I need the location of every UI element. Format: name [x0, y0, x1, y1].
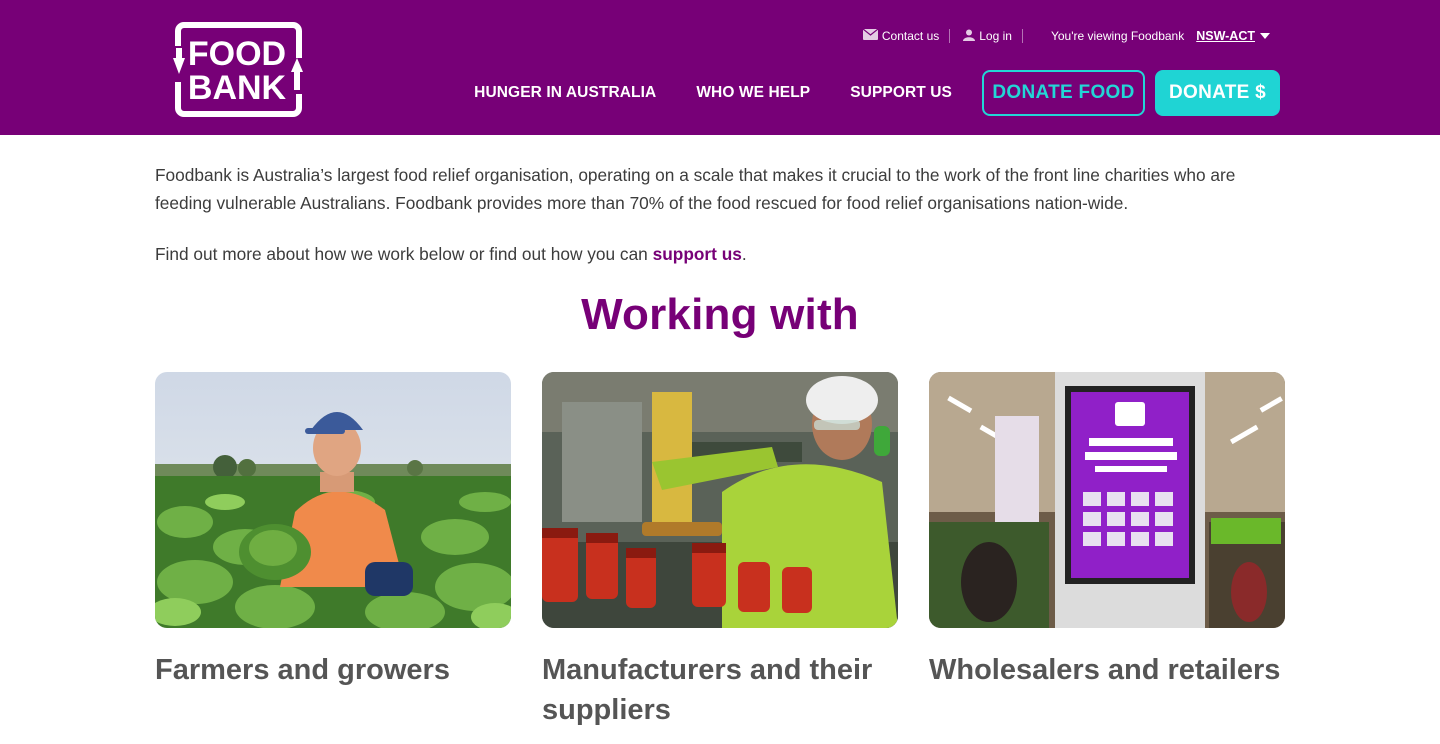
foodbank-logo[interactable]: FOOD BANK [171, 22, 304, 118]
svg-text:BANK: BANK [188, 69, 287, 107]
intro-more-paragraph: Find out more about how we work below or… [155, 240, 747, 268]
utility-bar: Contact us Log in You're viewing Foodban… [862, 27, 1270, 45]
card-farmers[interactable]: Farmers and growers [155, 372, 511, 690]
nav-support-us[interactable]: SUPPORT US [850, 84, 952, 102]
card-retailers[interactable]: Wholesalers and retailers [929, 372, 1285, 690]
envelope-icon [862, 28, 879, 43]
retailer-photo[interactable] [929, 372, 1285, 628]
caret-down-icon[interactable] [1260, 33, 1270, 39]
nav-hunger-in-australia[interactable]: HUNGER IN AUSTRALIA [474, 84, 656, 102]
contact-us-link[interactable]: Contact us [862, 28, 940, 43]
section-title: Working with [581, 290, 859, 339]
site-header: FOOD BANK Contact us Log in You're viewi… [0, 0, 1440, 135]
intro-more-text: Find out more about how we work below or… [155, 244, 653, 264]
card-title[interactable]: Manufacturers and their suppliers [542, 650, 898, 730]
utility-divider [1021, 29, 1023, 43]
support-us-link[interactable]: support us [653, 244, 742, 264]
donate-food-button[interactable]: DONATE FOOD [982, 70, 1145, 116]
svg-text:FOOD: FOOD [188, 35, 286, 73]
card-manufacturers[interactable]: Manufacturers and their suppliers [542, 372, 898, 730]
card-title[interactable]: Farmers and growers [155, 650, 511, 690]
nav-who-we-help[interactable]: WHO WE HELP [696, 84, 810, 102]
manufacturer-photo[interactable] [542, 372, 898, 628]
contact-us-label: Contact us [881, 29, 940, 43]
user-icon [963, 29, 976, 44]
farmer-photo[interactable] [155, 372, 511, 628]
intro-more-suffix: . [741, 244, 747, 264]
log-in-label: Log in [979, 29, 1012, 43]
main-nav: HUNGER IN AUSTRALIA WHO WE HELP SUPPORT … [474, 70, 1280, 116]
foodbank-logo-graphic: FOOD BANK [171, 22, 304, 117]
region-selector[interactable]: NSW-ACT [1196, 29, 1255, 43]
intro-paragraph: Foodbank is Australia’s largest food rel… [155, 165, 1236, 213]
log-in-link[interactable]: Log in [963, 29, 1012, 44]
donate-money-button[interactable]: DONATE $ [1155, 70, 1280, 116]
viewing-region-text: You're viewing Foodbank [1050, 29, 1185, 43]
utility-divider [949, 29, 951, 43]
card-title[interactable]: Wholesalers and retailers [929, 650, 1285, 690]
